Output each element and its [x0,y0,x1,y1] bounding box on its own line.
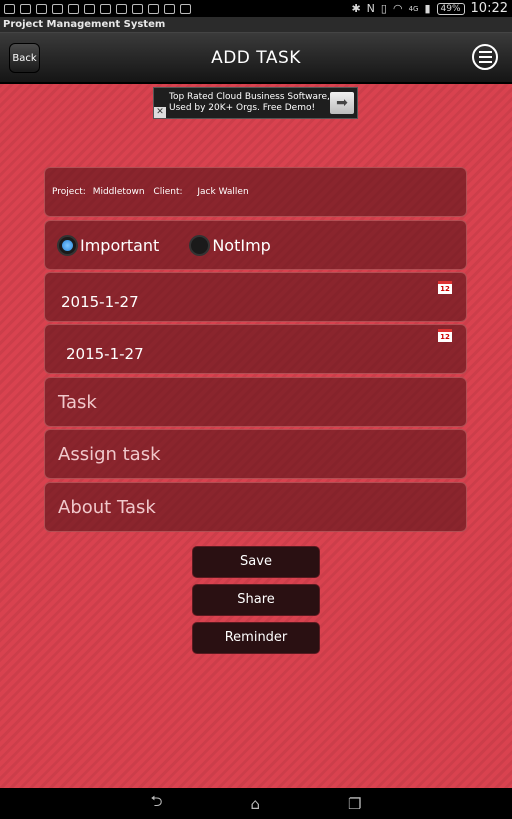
radio-label-notimp[interactable]: NotImp [212,236,271,255]
bluetooth-icon: ✱ [351,2,361,15]
about-task-placeholder: About Task [58,497,156,518]
form-area: Top Rated Cloud Business Software, Used … [0,84,512,788]
notification-icon [132,3,143,14]
task-placeholder: Task [58,392,97,413]
arrow-right-icon[interactable]: ➡ [330,92,354,114]
start-date-value: 2015-1-27 [61,293,139,311]
end-date-field[interactable]: 2015-1-27 12 [44,324,467,374]
home-icon[interactable]: ⌂ [251,795,261,813]
share-button[interactable]: Share [192,584,320,616]
wifi-icon: ◠ [392,2,403,15]
status-bar: ✱ N ▯ ◠ 4G ▮ 49% 10:22 [0,0,512,17]
about-task-input[interactable]: About Task [44,482,467,532]
priority-radio-group: Important NotImp [44,220,467,270]
vibrate-icon: ▯ [380,2,387,15]
app-title: Project Management System [0,17,512,33]
navigation-bar: ⮌ ⌂ ❐ [0,788,512,819]
notification-icon [164,3,175,14]
calendar-icon[interactable]: 12 [438,329,452,342]
page-title: ADD TASK [211,48,301,68]
radio-notimp[interactable] [189,234,211,256]
recents-icon[interactable]: ❐ [348,795,361,813]
assign-task-placeholder: Assign task [58,444,161,465]
ad-text-line2: Used by 20K+ Orgs. Free Demo! [169,103,316,113]
notification-icon [180,3,191,14]
clock: 10:22 [470,1,508,16]
notification-icons [4,3,191,14]
task-input[interactable]: Task [44,377,467,427]
notification-icon [116,3,127,14]
header-bar: Back ADD TASK [0,33,512,83]
system-icons: ✱ N ▯ ◠ 4G ▮ 49% 10:22 [351,1,508,16]
notification-icon [100,3,111,14]
project-label: Project: [52,187,86,197]
notification-icon [148,3,159,14]
menu-line [478,51,492,53]
network-type: 4G [408,4,419,13]
notification-icon [52,3,63,14]
project-info: Project: Middletown Client: Jack Wallen [45,168,466,197]
assign-task-input[interactable]: Assign task [44,429,467,479]
project-value: Middletown [92,187,145,197]
notification-icon [84,3,95,14]
menu-line [478,56,492,58]
back-nav-icon[interactable]: ⮌ [151,791,163,816]
save-button[interactable]: Save [192,546,320,578]
ad-banner[interactable]: Top Rated Cloud Business Software, Used … [153,87,358,119]
signal-icon: ▮ [424,2,431,15]
project-info-panel: Project: Middletown Client: Jack Wallen [44,167,467,217]
client-label: Client: [153,187,183,197]
menu-icon[interactable] [472,44,498,70]
end-date-value: 2015-1-27 [66,345,144,363]
battery-indicator: 49% [436,2,465,15]
calendar-icon[interactable]: 12 [438,281,452,294]
client-value: Jack Wallen [197,187,249,197]
close-icon[interactable]: ✕ [154,107,166,118]
radio-important[interactable] [57,234,78,256]
notification-icon [36,3,47,14]
reminder-button[interactable]: Reminder [192,622,320,654]
ad-text-line1: Top Rated Cloud Business Software, [169,92,330,102]
notification-icon [68,3,79,14]
menu-line [478,61,492,63]
nfc-icon: N [366,2,375,15]
notification-icon [4,3,15,14]
radio-label-important[interactable]: Important [80,236,159,255]
notification-icon [20,3,31,14]
start-date-field[interactable]: 2015-1-27 12 [44,272,467,322]
